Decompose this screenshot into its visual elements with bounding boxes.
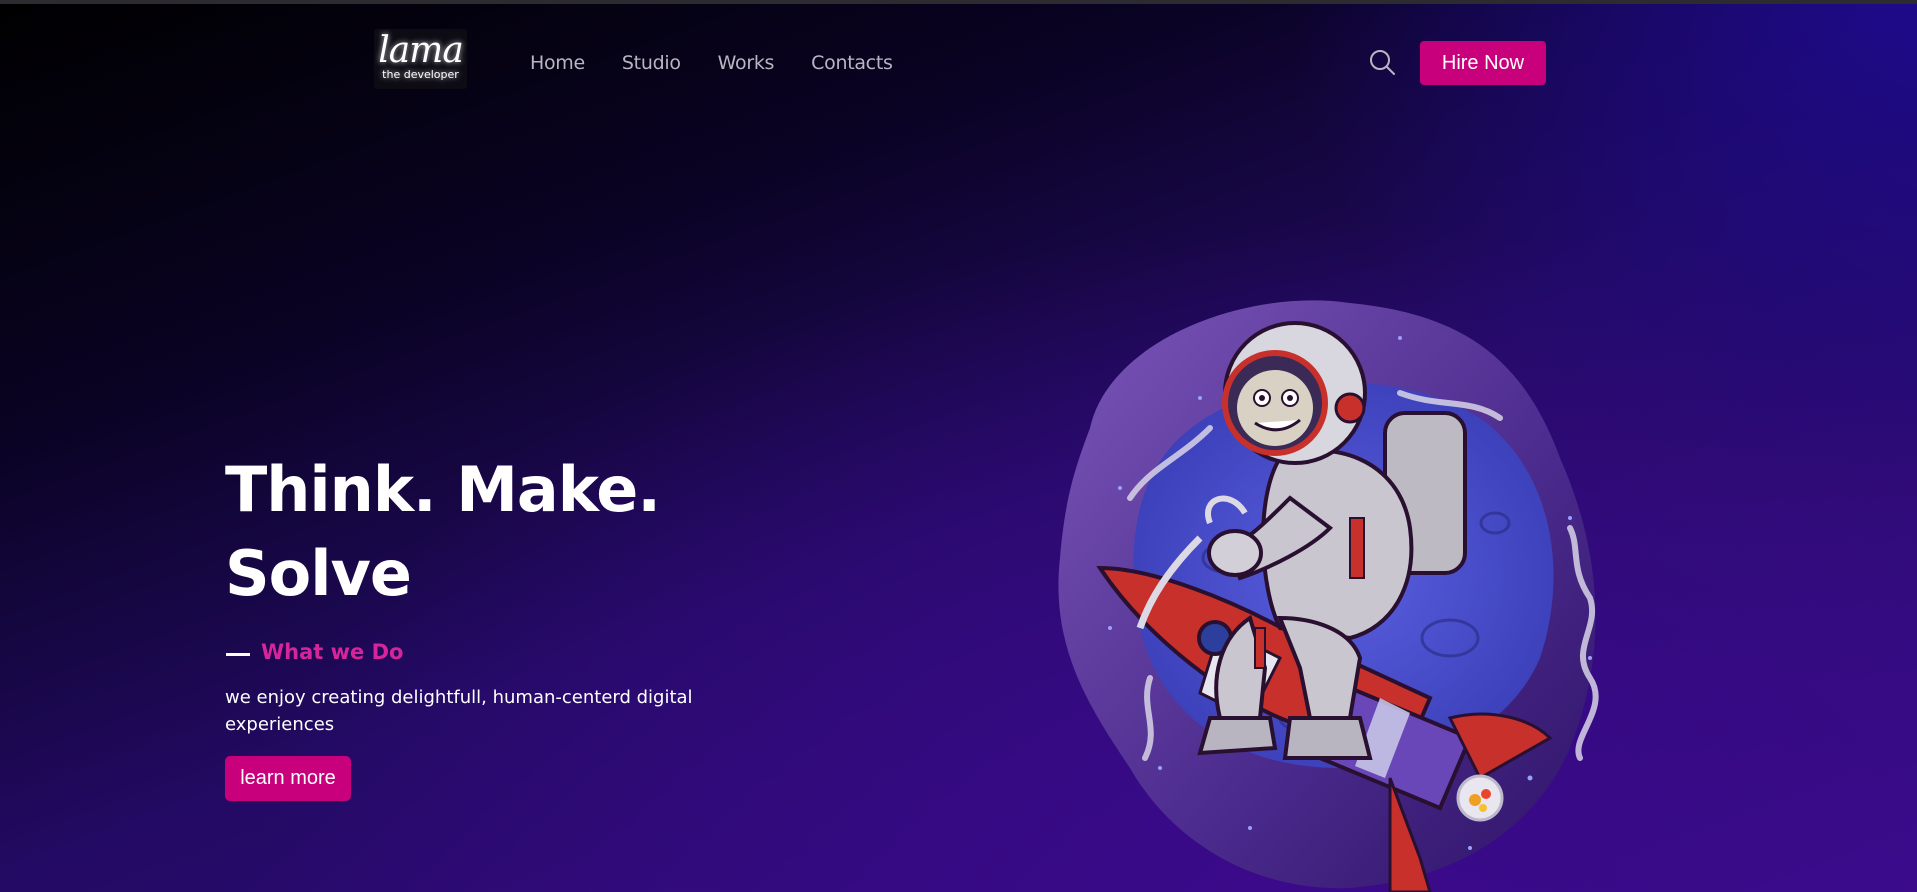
nav-link-studio[interactable]: Studio xyxy=(622,52,681,74)
logo[interactable]: lama the developer xyxy=(374,29,467,89)
logo-main-text: lama xyxy=(378,30,464,71)
logo-sub-text: the developer xyxy=(382,68,459,81)
section-label: What we Do xyxy=(261,640,404,664)
hire-now-button[interactable]: Hire Now xyxy=(1420,41,1546,85)
hero-page: lama the developer Home Studio Works Con… xyxy=(0,0,1917,892)
learn-more-button[interactable]: learn more xyxy=(225,756,351,801)
nav-link-home[interactable]: Home xyxy=(530,52,585,74)
section-dash xyxy=(226,653,250,656)
nav-link-contacts[interactable]: Contacts xyxy=(811,52,893,74)
hero-title: Think. Make. Solve xyxy=(225,453,661,610)
hero-description: we enjoy creating delightfull, human-cen… xyxy=(225,687,693,735)
browser-top-strip xyxy=(0,0,1917,4)
astronaut-illustration xyxy=(1050,298,1630,892)
search-icon[interactable] xyxy=(1368,48,1398,78)
nav-link-works[interactable]: Works xyxy=(718,52,775,74)
main-nav: Home Studio Works Contacts xyxy=(530,52,930,74)
